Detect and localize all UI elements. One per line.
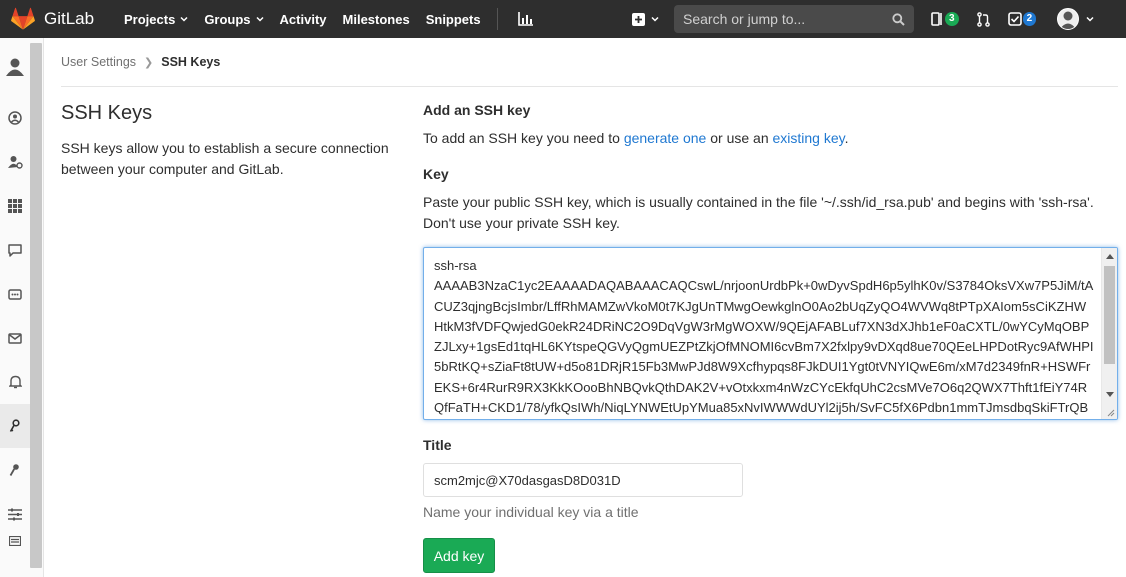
avatar bbox=[1057, 8, 1080, 30]
chevron-down-icon bbox=[180, 16, 188, 22]
profile-circle-icon bbox=[8, 111, 22, 125]
sidebar-item-account[interactable] bbox=[0, 140, 30, 184]
search-box bbox=[674, 5, 914, 33]
key-textarea[interactable]: ssh-rsa AAAAB3NzaC1yc2EAAAADAQABAAACAQCs… bbox=[423, 247, 1118, 420]
preferences-sliders-icon bbox=[8, 508, 22, 520]
intro-suffix: . bbox=[844, 130, 849, 146]
merge-requests-button[interactable] bbox=[968, 0, 999, 38]
sidebar-item-ssh-keys[interactable] bbox=[0, 404, 30, 448]
settings-sidebar bbox=[0, 38, 44, 577]
chevron-down-icon bbox=[650, 16, 659, 22]
todos-button[interactable]: 2 bbox=[999, 0, 1046, 38]
new-item-dropdown[interactable] bbox=[624, 0, 666, 38]
search-icon bbox=[892, 12, 905, 26]
intro-prefix: To add an SSH key you need to bbox=[423, 130, 624, 146]
form-intro: To add an SSH key you need to generate o… bbox=[423, 130, 849, 146]
sidebar-item-chat[interactable] bbox=[0, 228, 30, 272]
issues-icon bbox=[931, 12, 942, 26]
breadcrumb: User Settings ❯ SSH Keys bbox=[61, 38, 1118, 87]
brand-name: GitLab bbox=[44, 9, 95, 28]
gitlab-logo-icon bbox=[11, 7, 35, 30]
envelope-icon bbox=[8, 332, 22, 344]
sidebar-item-access-tokens[interactable] bbox=[0, 272, 30, 316]
user-icon bbox=[6, 58, 24, 76]
nav-snippets[interactable]: Snippets bbox=[418, 0, 489, 38]
title-hint: Name your individual key via a title bbox=[423, 504, 639, 520]
page-title: SSH Keys bbox=[61, 102, 153, 124]
title-label: Title bbox=[423, 437, 452, 453]
chevron-right-icon: ❯ bbox=[144, 56, 154, 69]
sidebar-item-applications[interactable] bbox=[0, 184, 30, 228]
title-input[interactable] bbox=[423, 463, 743, 497]
key-textarea-scrollbar[interactable] bbox=[1101, 248, 1117, 419]
search-input[interactable] bbox=[683, 11, 892, 27]
sidebar-item-active-sessions[interactable] bbox=[0, 536, 30, 556]
user-avatar-icon bbox=[1060, 11, 1077, 29]
merge-request-icon bbox=[976, 11, 990, 27]
todos-count-badge: 2 bbox=[1022, 12, 1037, 26]
user-gear-icon bbox=[7, 156, 23, 169]
scrollbar-thumb[interactable] bbox=[1104, 266, 1115, 364]
key-label: Key bbox=[423, 166, 449, 182]
sidebar-item-profile[interactable] bbox=[0, 96, 30, 140]
nav-activity[interactable]: Activity bbox=[272, 0, 335, 38]
sidebar-scrollbar[interactable] bbox=[30, 43, 42, 568]
scroll-down-arrow-icon[interactable] bbox=[1106, 392, 1114, 397]
key-textarea-content: ssh-rsa AAAAB3NzaC1yc2EAAAADAQABAAACAQCs… bbox=[434, 256, 1094, 419]
generate-one-link[interactable]: generate one bbox=[624, 130, 707, 146]
key-body: AAAAB3NzaC1yc2EAAAADAQABAAACAQCswL/nrjoo… bbox=[434, 278, 1094, 416]
nav-divider bbox=[496, 8, 498, 30]
user-menu-button[interactable] bbox=[1045, 0, 1103, 38]
key-icon bbox=[9, 419, 20, 432]
todo-check-icon bbox=[1007, 12, 1022, 26]
intro-middle: or use an bbox=[706, 130, 773, 146]
issues-button[interactable]: 3 bbox=[922, 0, 968, 38]
sidebar-item-preferences[interactable] bbox=[0, 492, 30, 536]
gitlab-home-link[interactable]: GitLab bbox=[0, 0, 108, 38]
page-description: SSH keys allow you to establish a secure… bbox=[61, 140, 389, 177]
plus-square-icon bbox=[631, 12, 645, 26]
chart-bar-icon bbox=[518, 12, 534, 26]
scroll-up-arrow-icon[interactable] bbox=[1106, 254, 1114, 259]
list-icon bbox=[9, 536, 21, 546]
nav-projects-label: Projects bbox=[124, 11, 176, 27]
nav-groups[interactable]: Groups bbox=[196, 0, 271, 38]
nav-projects[interactable]: Projects bbox=[116, 0, 196, 38]
resize-grip-icon[interactable] bbox=[1106, 408, 1115, 417]
form-heading: Add an SSH key bbox=[423, 102, 531, 118]
applications-grid-icon bbox=[8, 199, 22, 213]
issues-count-badge: 3 bbox=[945, 12, 959, 26]
chevron-down-icon bbox=[256, 16, 264, 22]
bell-icon bbox=[8, 375, 22, 389]
nav-milestones[interactable]: Milestones bbox=[335, 0, 418, 38]
token-icon bbox=[8, 288, 22, 300]
nav-groups-label: Groups bbox=[204, 11, 251, 27]
comment-icon bbox=[8, 243, 22, 257]
sidebar-item-gpg-keys[interactable] bbox=[0, 448, 30, 492]
breadcrumb-user-settings[interactable]: User Settings bbox=[61, 55, 136, 69]
chevron-down-icon bbox=[1086, 16, 1094, 22]
key-alt-icon bbox=[9, 464, 19, 476]
key-help-text: Paste your public SSH key, which is usua… bbox=[423, 194, 1094, 231]
add-key-button[interactable]: Add key bbox=[423, 538, 495, 573]
sidebar-item-profile-avatar[interactable] bbox=[0, 38, 30, 96]
existing-key-link[interactable]: existing key bbox=[773, 130, 845, 146]
key-type-line: ssh-rsa bbox=[434, 258, 477, 273]
sidebar-item-emails[interactable] bbox=[0, 316, 30, 360]
breadcrumb-ssh-keys[interactable]: SSH Keys bbox=[161, 55, 220, 69]
admin-chart-button[interactable] bbox=[508, 0, 544, 38]
sidebar-item-notifications[interactable] bbox=[0, 360, 30, 404]
top-navbar: GitLab Projects Groups Activity Mileston… bbox=[0, 0, 1126, 38]
